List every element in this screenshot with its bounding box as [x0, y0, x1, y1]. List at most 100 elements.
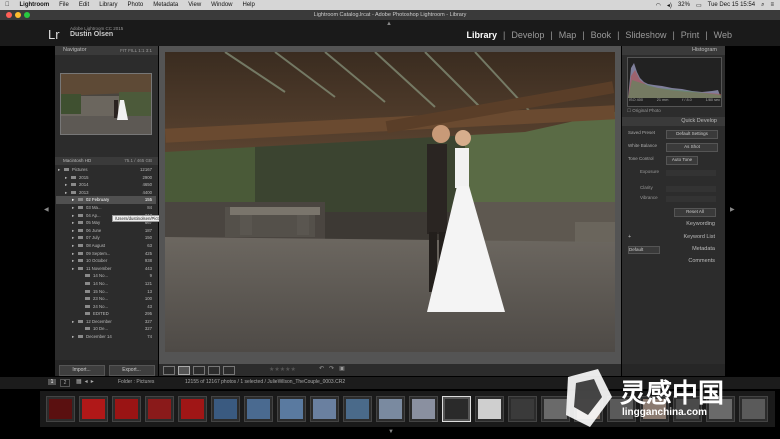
folder-row[interactable]: ▸ 2013 4400 — [56, 189, 156, 197]
people-view-icon[interactable] — [223, 366, 235, 375]
right-panel-toggle-icon[interactable]: ▶ — [730, 206, 735, 213]
folder-row[interactable]: 10 De... 327 — [56, 325, 156, 333]
menu-metadata[interactable]: Metadata — [153, 2, 178, 8]
module-book[interactable]: Book — [591, 30, 612, 40]
filmstrip-thumbnail[interactable] — [508, 396, 537, 422]
filmstrip-thumbnail[interactable] — [310, 396, 339, 422]
disclosure-triangle-icon[interactable]: ▸ — [65, 189, 67, 197]
folder-row[interactable]: ▸ 07 July 150 — [56, 234, 156, 242]
folder-row[interactable]: ▸ 2014 4650 — [56, 181, 156, 189]
filmstrip-thumbnail[interactable] — [112, 396, 141, 422]
folder-row[interactable]: 14 No... 121 — [56, 280, 156, 288]
disclosure-triangle-icon[interactable]: ▸ — [72, 219, 74, 227]
close-window-button[interactable] — [6, 12, 12, 18]
main-photo[interactable] — [165, 52, 615, 352]
disclosure-triangle-icon[interactable]: ▸ — [72, 234, 74, 242]
add-keyword-icon[interactable]: + — [628, 233, 631, 242]
folder-row[interactable]: EDITED 295 — [56, 310, 156, 318]
disclosure-triangle-icon[interactable]: ▸ — [72, 196, 74, 204]
star-rating-icon[interactable]: ★★★★★ — [269, 366, 296, 373]
forward-arrow-icon[interactable]: ▸ — [91, 378, 94, 385]
loupe-view-icon[interactable] — [178, 366, 190, 375]
spotlight-icon[interactable]: ⌕ — [761, 2, 764, 9]
menubar-clock[interactable]: Tue Dec 15 15:54 — [708, 2, 755, 8]
folder-row[interactable]: 24 No... 43 — [56, 303, 156, 311]
module-print[interactable]: Print — [681, 30, 700, 40]
keywording-header[interactable]: Keywording — [622, 220, 725, 229]
disclosure-triangle-icon[interactable]: ▸ — [65, 181, 67, 189]
export-button[interactable]: Export... — [108, 364, 155, 376]
metadata-preset-select[interactable]: Default — [628, 246, 660, 254]
folder-row[interactable]: ▸ 12 December 327 — [56, 318, 156, 326]
original-photo-checkbox[interactable]: ☐ Original Photo — [627, 108, 661, 114]
wifi-icon[interactable]: ◠ — [656, 2, 661, 9]
comments-header[interactable]: Comments — [622, 257, 725, 266]
exposure-buttons[interactable] — [666, 170, 716, 176]
rotate-left-icon[interactable]: ↶ — [319, 365, 324, 372]
bottom-panel-toggle-icon[interactable]: ▼ — [388, 429, 394, 435]
loupe-info-icon[interactable]: ▣ — [339, 365, 345, 372]
disclosure-triangle-icon[interactable]: ▸ — [72, 242, 74, 250]
module-library[interactable]: Library — [466, 30, 497, 40]
filmstrip-thumbnail[interactable] — [376, 396, 405, 422]
filmstrip-thumbnail[interactable] — [244, 396, 273, 422]
navigator-header[interactable]: Navigator FIT FILL 1:1 3:1 — [55, 46, 158, 55]
compare-view-icon[interactable] — [193, 366, 205, 375]
filmstrip-thumbnail[interactable] — [277, 396, 306, 422]
menu-window[interactable]: Window — [211, 2, 232, 8]
disclosure-triangle-icon[interactable]: ▸ — [58, 166, 60, 174]
white-balance-select[interactable]: As Shot — [666, 143, 718, 152]
navigator-zoom-options[interactable]: FIT FILL 1:1 3:1 — [120, 46, 152, 55]
auto-tone-button[interactable]: Auto Tone — [666, 156, 698, 165]
minimize-window-button[interactable] — [15, 12, 21, 18]
folder-row[interactable]: ▸ 03 Ma... 84 — [56, 204, 156, 212]
filmstrip-source[interactable]: Folder : Pictures — [118, 379, 154, 385]
disclosure-triangle-icon[interactable]: ▸ — [72, 227, 74, 235]
clarity-buttons[interactable] — [666, 186, 716, 192]
saved-preset-select[interactable]: Default Settings — [666, 130, 718, 139]
folder-row[interactable]: ▸ 10 October 938 — [56, 257, 156, 265]
filmstrip-thumbnail[interactable] — [79, 396, 108, 422]
filmstrip-thumbnail[interactable] — [475, 396, 504, 422]
filmstrip-thumbnail[interactable] — [343, 396, 372, 422]
survey-view-icon[interactable] — [208, 366, 220, 375]
menu-photo[interactable]: Photo — [128, 2, 144, 8]
volume-header[interactable]: Macintosh HD 75.1 / 465 GB — [55, 157, 158, 165]
menu-help[interactable]: Help — [243, 2, 255, 8]
disclosure-triangle-icon[interactable]: ▸ — [72, 250, 74, 258]
folder-row[interactable]: 14 No... 9 — [56, 272, 156, 280]
folder-row[interactable]: 15 No... 13 — [56, 288, 156, 296]
folder-row[interactable]: ▸ Pictures 12167 — [56, 166, 156, 174]
folder-row[interactable]: ▸ 02 February 155 — [56, 196, 156, 204]
disclosure-triangle-icon[interactable]: ▸ — [72, 333, 74, 341]
metadata-header[interactable]: Default Metadata — [622, 245, 725, 254]
vibrance-buttons[interactable] — [666, 196, 716, 202]
quick-develop-header[interactable]: Quick Develop — [622, 117, 725, 126]
disclosure-triangle-icon[interactable]: ▸ — [65, 174, 67, 182]
battery-percent[interactable]: 32% — [678, 2, 690, 8]
folder-row[interactable]: ▸ 09 Septem... 425 — [56, 250, 156, 258]
filmstrip-thumbnail[interactable] — [178, 396, 207, 422]
disclosure-triangle-icon[interactable]: ▸ — [72, 212, 74, 220]
disclosure-triangle-icon[interactable]: ▸ — [72, 318, 74, 326]
module-map[interactable]: Map — [559, 30, 577, 40]
folder-row[interactable]: 23 No... 100 — [56, 295, 156, 303]
disclosure-triangle-icon[interactable]: ▸ — [72, 257, 74, 265]
reset-all-button[interactable]: Reset All — [674, 208, 716, 217]
zoom-window-button[interactable] — [24, 12, 30, 18]
filmstrip-thumbnail[interactable] — [145, 396, 174, 422]
keyword-list-header[interactable]: + Keyword List — [622, 233, 725, 242]
menu-app-name[interactable]: Lightroom — [20, 2, 50, 8]
menu-view[interactable]: View — [188, 2, 201, 8]
volume-icon[interactable]: ◂) — [667, 2, 672, 9]
menu-edit[interactable]: Edit — [79, 2, 89, 8]
disclosure-triangle-icon[interactable]: ▸ — [72, 265, 74, 273]
left-panel-toggle-icon[interactable]: ◀ — [44, 206, 49, 213]
folder-row[interactable]: ▸ 06 June 187 — [56, 227, 156, 235]
filmstrip-thumbnail[interactable] — [409, 396, 438, 422]
disclosure-triangle-icon[interactable]: ▸ — [72, 204, 74, 212]
back-arrow-icon[interactable]: ◂ — [85, 378, 88, 385]
filmstrip-thumbnail[interactable] — [46, 396, 75, 422]
notification-center-icon[interactable]: ≡ — [770, 2, 774, 8]
top-panel-toggle-icon[interactable]: ▲ — [386, 21, 392, 27]
